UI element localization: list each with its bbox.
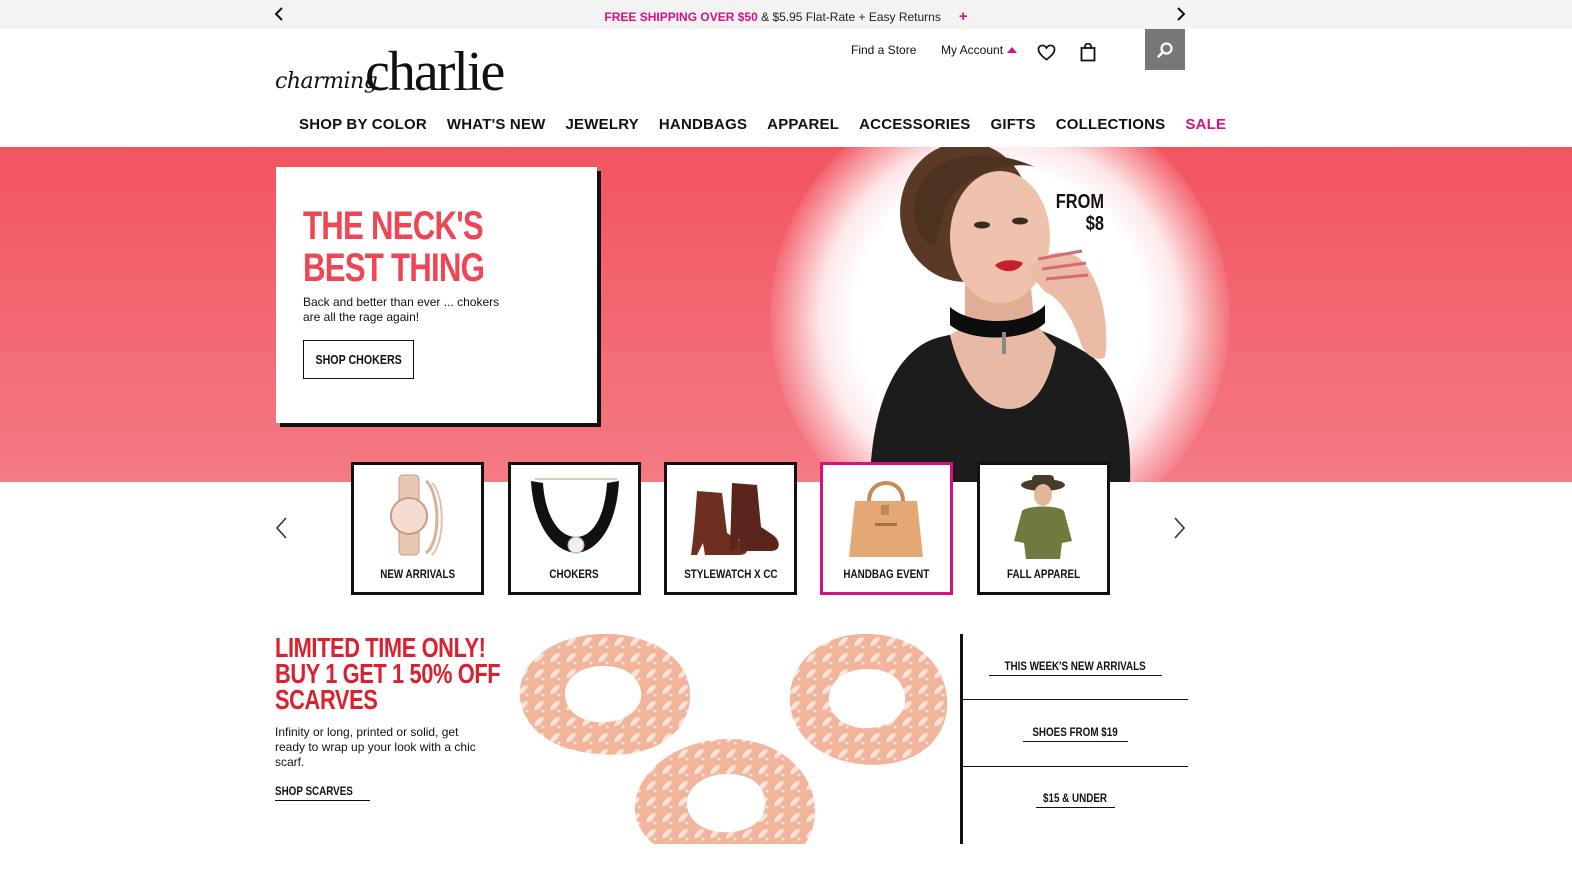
nav-sale[interactable]: SALE [1185,116,1226,138]
promo-message[interactable]: FREE SHIPPING OVER $50 & $5.95 Flat-Rate… [0,8,1572,25]
nav-jewelry[interactable]: JEWELRY [566,116,639,138]
search-icon [1157,41,1173,58]
promo-text: & $5.95 Flat-Rate + Easy Returns [757,10,941,24]
hero-title: THE NECK'S BEST THING [303,205,537,289]
side-link-label: THIS WEEK'S NEW ARRIVALS [1004,658,1147,673]
heart-icon[interactable] [1035,41,1057,63]
side-link-label: $15 & UNDER [1043,790,1108,805]
nav-apparel[interactable]: APPAREL [767,116,839,138]
side-links: THIS WEEK'S NEW ARRIVALS SHOES FROM $19 … [960,634,1188,844]
category-tile-handbag-event[interactable]: HANDBAG EVENT [820,462,953,595]
hero-banner[interactable]: FROM $8 [0,147,1572,482]
my-account-label: My Account [941,43,1004,57]
shop-chokers-button[interactable]: SHOP CHOKERS [303,340,414,379]
side-link-label: SHOES FROM $19 [1032,724,1119,739]
side-link-under-15[interactable]: $15 & UNDER [963,766,1188,832]
logo-word: charlie [365,41,505,103]
nav-accessories[interactable]: ACCESSORIES [859,116,970,138]
logo-script: charming [275,69,378,94]
side-link-new-arrivals[interactable]: THIS WEEK'S NEW ARRIVALS [963,634,1188,700]
shopping-bag-icon[interactable] [1077,41,1099,63]
scarves-promo-description: Infinity or long, printed or solid, get … [275,725,476,769]
nav-collections[interactable]: COLLECTIONS [1056,116,1166,138]
hero-card: THE NECK'S BEST THING Back and better th… [276,167,597,423]
scarves-title-line3: SCARVES [275,684,378,715]
category-label: CHOKERS [549,567,600,581]
category-label: HANDBAG EVENT [843,567,930,581]
nav-whats-new[interactable]: WHAT'S NEW [447,116,546,138]
watch-icon [390,474,443,556]
hero-title-line2: BEST THING [303,246,485,290]
shop-scarves-label: SHOP SCARVES [275,784,353,798]
hero-model-image [870,147,1131,482]
nav-handbags[interactable]: HANDBAGS [659,116,747,138]
promo-highlight: FREE SHIPPING OVER $50 [604,10,758,24]
caret-up-icon [1007,47,1018,53]
promo-bar: FREE SHIPPING OVER $50 & $5.95 Flat-Rate… [0,0,1572,29]
category-tile-fall-apparel[interactable]: FALL APPAREL [977,462,1110,595]
my-account-link[interactable]: My Account [941,43,1018,57]
category-tile-new-arrivals[interactable]: NEW ARRIVALS [351,462,484,595]
boot-icon [691,483,779,555]
scarves-image[interactable] [515,634,955,844]
search-button[interactable] [1145,29,1185,70]
hero-price-callout: FROM $8 [1052,191,1104,235]
side-link-shoes[interactable]: SHOES FROM $19 [963,700,1188,766]
category-label: NEW ARRIVALS [380,567,455,581]
site-logo[interactable]: charming charlie [275,41,520,104]
handbag-icon [849,481,923,557]
carousel-prev-arrow-icon[interactable] [274,516,288,540]
shop-chokers-label: SHOP CHOKERS [315,352,402,367]
nav-shop-by-color[interactable]: SHOP BY COLOR [299,116,427,138]
shop-scarves-link[interactable]: SHOP SCARVES [275,784,370,801]
carousel-next-arrow-icon[interactable] [1173,516,1187,540]
category-tile-chokers[interactable]: CHOKERS [508,462,641,595]
scarves-promo-title: LIMITED TIME ONLY! BUY 1 GET 1 50% OFF S… [275,634,501,715]
hero-price-value: $8 [1085,213,1104,235]
hero-description: Back and better than ever ... chokers ar… [303,295,500,324]
promo-plus-icon[interactable]: + [959,8,968,25]
nav-gifts[interactable]: GIFTS [991,116,1036,138]
category-label: STYLEWATCH X CC [683,567,778,581]
find-store-link[interactable]: Find a Store [851,43,916,57]
apparel-icon [1014,475,1072,559]
hero-price-from: FROM [1055,191,1104,213]
hero-title-line1: THE NECK'S [303,204,484,248]
choker-icon [531,478,619,554]
promo-next-arrow-icon[interactable] [1173,6,1189,22]
category-label: FALL APPAREL [1006,567,1081,581]
category-tile-stylewatch[interactable]: STYLEWATCH X CC [664,462,797,595]
main-nav: SHOP BY COLOR WHAT'S NEW JEWELRY HANDBAG… [299,116,1246,138]
